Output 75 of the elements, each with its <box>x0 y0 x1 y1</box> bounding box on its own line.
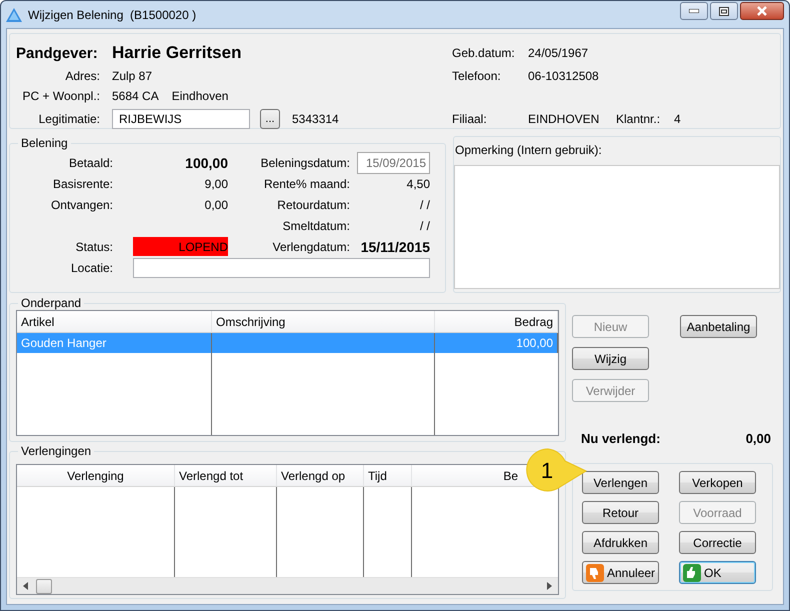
field-value: 06-10312508 <box>528 69 600 83</box>
field-label: Filiaal: <box>452 112 488 126</box>
postcode-value: 5684 CA <box>112 89 159 103</box>
close-icon <box>756 6 768 16</box>
column-header[interactable]: Artikel <box>17 311 212 333</box>
column-header[interactable]: Bedrag <box>435 311 558 333</box>
field-label: Beleningsdatum: <box>260 156 350 170</box>
action-button[interactable]: Annuleer <box>582 561 659 584</box>
address-value: Zulp 87 <box>112 69 154 83</box>
window-title: Wijzigen Belening (B1500020 ) <box>28 8 196 22</box>
field-label: PC + Woonpl.: <box>22 89 100 103</box>
extended-value: 0,00 <box>746 431 771 446</box>
status-field: LOPEND <box>133 237 228 256</box>
field-label: Geb.datum: <box>452 46 516 60</box>
maximize-icon <box>719 6 729 16</box>
scrollbar-thumb[interactable] <box>36 578 52 594</box>
remark-field[interactable] <box>454 165 780 289</box>
close-button[interactable] <box>740 2 784 20</box>
field-value: 4,50 <box>406 176 430 190</box>
column-header[interactable]: Verlengd op <box>277 465 364 487</box>
horizontal-scrollbar[interactable] <box>17 577 558 594</box>
maximize-button[interactable] <box>710 2 738 20</box>
minimize-icon <box>689 9 699 13</box>
branch-value: EINDHOVEN <box>528 112 600 126</box>
minimize-button[interactable] <box>680 2 708 20</box>
column-header[interactable]: Omschrijving <box>212 311 435 333</box>
pawner-heading: Pandgever: <box>16 44 99 62</box>
field-value: 24/05/1967 <box>528 46 590 60</box>
field-value: / / <box>418 198 430 212</box>
step-tooltip: 1 <box>523 447 587 493</box>
action-button[interactable]: Retour <box>582 501 659 524</box>
field-value: 100,00 <box>184 154 228 170</box>
field-value: 15/11/2015 <box>360 238 430 254</box>
thumbs-down-icon <box>586 564 604 582</box>
field-label: Adres: <box>64 69 100 83</box>
city-value: Eindhoven <box>172 89 228 103</box>
field-label: Rente% maand: <box>262 176 350 190</box>
action-button[interactable]: Verlengen <box>582 471 659 494</box>
id-type-field[interactable]: RIJBEWIJS <box>112 109 250 129</box>
app-logo-icon <box>6 8 22 22</box>
action-button[interactable]: Verkopen <box>679 471 756 494</box>
id-number: 5343314 <box>292 112 339 126</box>
field-label: Betaald: <box>68 156 113 170</box>
field-label: Ontvangen: <box>50 198 113 212</box>
group-title: Onderpand <box>20 296 82 310</box>
field-label: Status: <box>74 240 113 254</box>
field-label: Retourdatum: <box>276 198 350 212</box>
table-cell[interactable] <box>212 333 435 353</box>
field-label: Verlengdatum: <box>272 240 350 254</box>
group-title: Verlengingen <box>20 444 92 458</box>
pawner-name: Harrie Gerritsen <box>112 43 242 63</box>
field-label: Locatie: <box>70 260 113 274</box>
field-label: Smeltdatum: <box>282 218 350 232</box>
remark-label: Opmerking (Intern gebruik): <box>454 143 603 157</box>
thumbs-up-icon <box>683 564 701 582</box>
customer-number: 4 <box>674 112 681 126</box>
payment-button[interactable]: Aanbetaling <box>680 315 757 338</box>
group-title: Belening <box>20 136 69 150</box>
column-header[interactable]: Verlengd tot <box>175 465 277 487</box>
location-field[interactable] <box>133 258 430 278</box>
field-label: Telefoon: <box>452 69 502 83</box>
item-button[interactable]: Wijzig <box>572 347 649 370</box>
action-button[interactable]: Correctie <box>679 531 756 554</box>
browse-button[interactable]: ... <box>260 109 280 129</box>
field-value: 0,00 <box>204 198 228 212</box>
column-header[interactable]: Verlenging <box>17 465 175 487</box>
action-button[interactable]: Afdrukken <box>582 531 659 554</box>
field-label: Klantnr.: <box>616 112 662 126</box>
field-value: 9,00 <box>204 176 228 190</box>
column-header[interactable]: Tijd <box>364 465 412 487</box>
field-label: Legitimatie: <box>38 112 100 126</box>
action-button[interactable]: OK <box>679 561 756 584</box>
extended-label: Nu verlengd: <box>581 431 660 446</box>
field-value: / / <box>418 218 430 232</box>
field-label: Basisrente: <box>52 176 113 190</box>
